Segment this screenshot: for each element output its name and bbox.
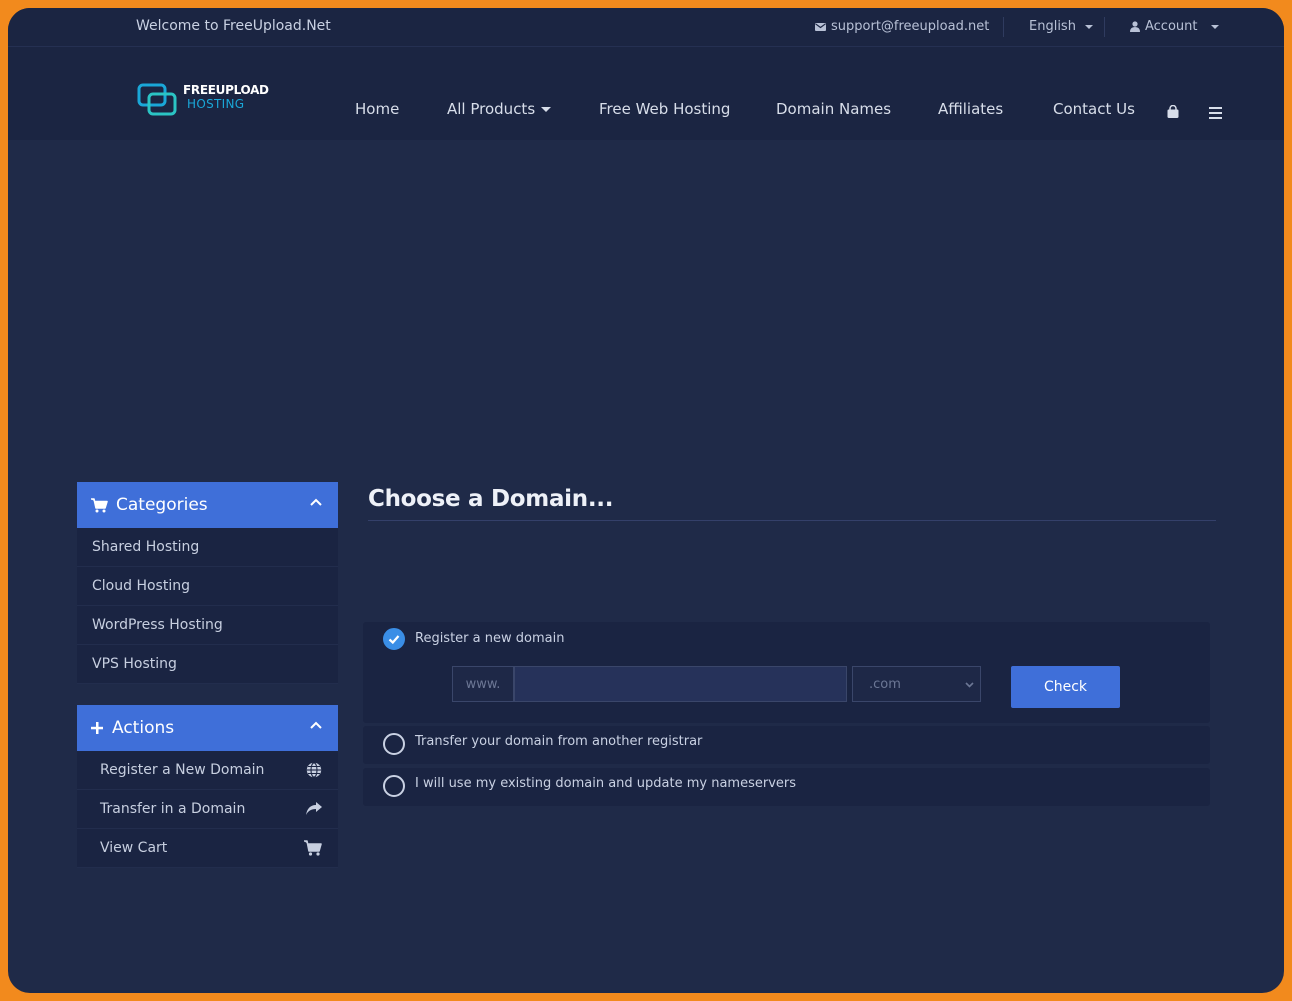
account-menu[interactable]: Account (1130, 19, 1219, 34)
nav-all-products[interactable]: All Products (447, 100, 552, 118)
option-existing-label: I will use my existing domain and update… (415, 776, 797, 791)
categories-panel: Categories Shared Hosting Cloud Hosting … (77, 482, 338, 684)
plus-icon (91, 722, 103, 734)
option-register-label: Register a new domain (415, 631, 565, 646)
domain-search-input[interactable] (514, 666, 847, 702)
globe-icon (306, 762, 322, 778)
actions-panel: Actions Register a New Domain Transfer i… (77, 705, 338, 868)
nav-domain-names[interactable]: Domain Names (776, 100, 891, 118)
categories-title: Categories (116, 495, 208, 515)
logo-text-primary: FREEUPLOAD (183, 83, 269, 97)
title-divider (368, 520, 1216, 521)
category-wordpress-hosting[interactable]: WordPress Hosting (77, 606, 338, 645)
cart-icon (304, 840, 322, 856)
action-view-cart[interactable]: View Cart (77, 829, 338, 868)
support-email-link[interactable]: support@freeupload.net (815, 19, 989, 34)
top-utility-bar: Welcome to FreeUpload.Net support@freeup… (8, 8, 1284, 47)
caret-down-icon (541, 106, 552, 112)
browser-frame: Welcome to FreeUpload.Net support@freeup… (8, 8, 1284, 993)
chevron-up-icon[interactable] (310, 498, 322, 506)
page-title: Choose a Domain... (368, 486, 614, 512)
category-cloud-hosting[interactable]: Cloud Hosting (77, 567, 338, 606)
site-logo[interactable]: FREEUPLOAD HOSTING (137, 83, 269, 123)
language-selector[interactable]: English (1029, 19, 1093, 34)
nav-contact-us[interactable]: Contact Us (1053, 100, 1135, 118)
action-view-cart-label: View Cart (100, 840, 168, 856)
action-transfer-domain[interactable]: Transfer in a Domain (77, 790, 338, 829)
chevron-up-icon[interactable] (310, 721, 322, 729)
welcome-text: Welcome to FreeUpload.Net (136, 18, 331, 34)
nav-home[interactable]: Home (355, 100, 399, 118)
option-existing-domain[interactable]: I will use my existing domain and update… (363, 768, 1210, 806)
tld-select[interactable]: .com (852, 666, 981, 702)
option-register-domain[interactable]: Register a new domain www. .com Check (363, 622, 1210, 723)
caret-down-icon (1084, 24, 1093, 29)
divider (1104, 17, 1105, 37)
shopping-bag-icon[interactable] (1167, 103, 1179, 122)
actions-title: Actions (112, 718, 175, 738)
account-label: Account (1145, 19, 1198, 34)
user-icon (1130, 21, 1140, 32)
cart-icon (91, 497, 108, 512)
option-transfer-label: Transfer your domain from another regist… (415, 734, 703, 749)
actions-header[interactable]: Actions (77, 705, 338, 751)
check-button[interactable]: Check (1011, 666, 1120, 708)
option-transfer-domain[interactable]: Transfer your domain from another regist… (363, 726, 1210, 764)
radio-transfer-domain[interactable] (383, 733, 405, 755)
www-prefix: www. (452, 666, 514, 702)
divider (1003, 17, 1004, 37)
action-register-domain[interactable]: Register a New Domain (77, 751, 338, 790)
logo-text-secondary: HOSTING (187, 97, 245, 111)
chevron-down-icon (965, 682, 974, 688)
tld-value: .com (869, 676, 901, 692)
checkmark-icon (388, 635, 400, 645)
nav-free-web-hosting[interactable]: Free Web Hosting (599, 100, 730, 118)
category-shared-hosting[interactable]: Shared Hosting (77, 528, 338, 567)
hamburger-icon[interactable] (1209, 104, 1222, 123)
support-email: support@freeupload.net (831, 19, 990, 34)
nav-all-products-label: All Products (447, 100, 536, 118)
logo-mark-icon (137, 83, 177, 116)
categories-header[interactable]: Categories (77, 482, 338, 528)
language-label: English (1029, 19, 1076, 34)
nav-affiliates[interactable]: Affiliates (938, 100, 1003, 118)
category-vps-hosting[interactable]: VPS Hosting (77, 645, 338, 684)
share-icon (306, 802, 322, 815)
radio-existing-domain[interactable] (383, 775, 405, 797)
envelope-icon (815, 22, 826, 31)
main-navbar: FREEUPLOAD HOSTING Home All Products Fre… (8, 47, 1284, 140)
caret-down-icon (1210, 24, 1219, 29)
action-register-domain-label: Register a New Domain (100, 762, 265, 778)
action-transfer-domain-label: Transfer in a Domain (100, 801, 246, 817)
radio-register-domain[interactable] (383, 628, 405, 650)
